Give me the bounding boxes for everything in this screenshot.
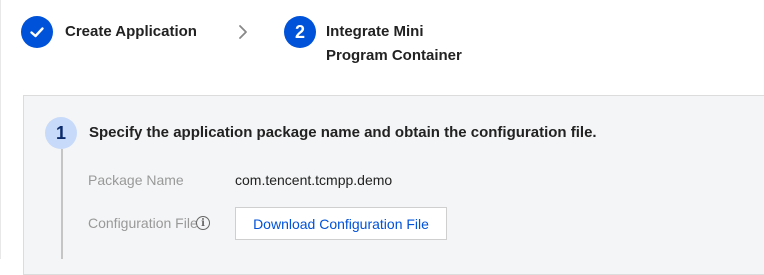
stepper: Create Application 2 Integrate Mini Prog… [0, 0, 764, 90]
section-title: Specify the application package name and… [89, 124, 597, 141]
package-name-label: Package Name [88, 172, 184, 188]
package-name-value: com.tencent.tcmpp.demo [235, 172, 393, 188]
step-2-number: 2 [284, 16, 316, 48]
sub-step-connector-line [61, 149, 63, 259]
step-1-complete-indicator [21, 16, 53, 48]
chevron-right-icon [239, 25, 247, 39]
configuration-file-label: Configuration File [88, 215, 198, 231]
step-1-label: Create Application [65, 23, 197, 40]
sub-step-1-number: 1 [45, 117, 77, 149]
step-2-label: Integrate Mini Program Container [326, 23, 462, 64]
download-configuration-file-button[interactable]: Download Configuration File [235, 207, 447, 240]
check-icon [30, 27, 44, 38]
info-icon[interactable]: i [196, 216, 210, 230]
